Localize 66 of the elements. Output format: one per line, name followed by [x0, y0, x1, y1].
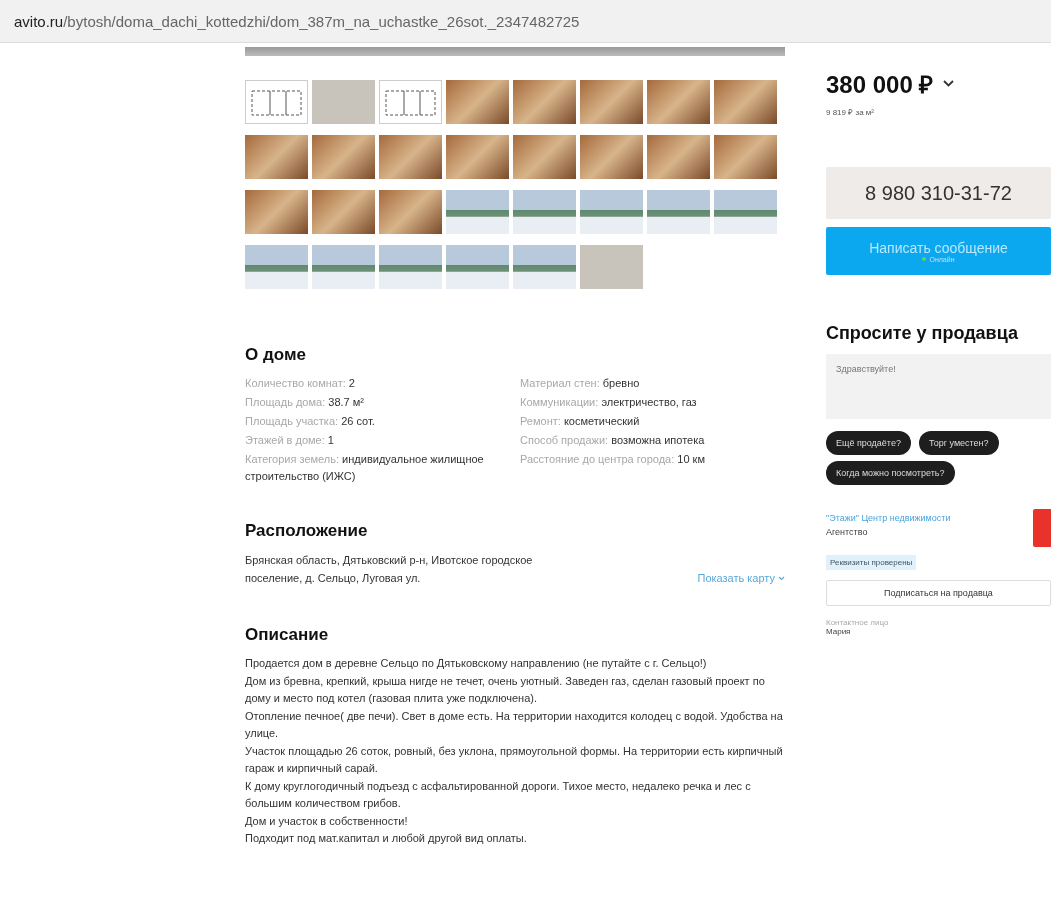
floor-plan-thumbnail[interactable] — [379, 80, 442, 124]
chevron-down-icon[interactable] — [943, 80, 955, 87]
photo-placeholder[interactable] — [446, 80, 509, 124]
photo-placeholder[interactable] — [513, 80, 576, 124]
photo-placeholder[interactable] — [312, 135, 375, 179]
photo-placeholder[interactable] — [580, 190, 643, 234]
description-text: Подходит под мат.капитал и любой другой вид оплаты. — [245, 831, 528, 846]
photo-placeholder[interactable] — [714, 190, 777, 234]
property-text: Материал стен: бревно — [520, 376, 641, 391]
photo-placeholder[interactable] — [379, 190, 442, 234]
photo-placeholder[interactable] — [513, 245, 576, 289]
quick-reply-button[interactable]: Когда можно посмотреть? — [826, 461, 955, 485]
section-heading: Расположение — [245, 521, 369, 541]
message-field[interactable]: Здравствуйте! — [826, 354, 1051, 419]
photo-placeholder[interactable] — [647, 135, 710, 179]
address-text: Брянская область, Дятьковский р-н, Ивотское городское поселение, д. Сельцо, Луговая ул. — [245, 553, 534, 586]
photo-placeholder[interactable] — [446, 135, 509, 179]
property-text: Коммуникации: электричество, газ — [520, 395, 698, 410]
section-heading: Описание — [245, 625, 330, 645]
property-text: Этажей в доме: 1 — [245, 433, 335, 448]
photo-placeholder[interactable] — [312, 245, 375, 289]
description-text: Продается дом в деревне Сельцо по Дятьковскому направлению (не путайте с г. Сельцо!) — [245, 656, 708, 671]
contact-label: Контактное лицо — [826, 618, 890, 627]
description-text: Участок площадью 26 соток, ровный, без уклона, прямоугольной формы. На территории есть кирпичный гараж и кирпичный сарай. — [245, 743, 784, 776]
property-text: Расстояние до центра города: 10 км — [520, 452, 706, 467]
property-text: Категория земель: индивидуальное жилищное строительство (ИЖС) — [245, 452, 485, 484]
property-text: Площадь участка: 26 сот. — [245, 414, 376, 429]
online-dot-icon — [922, 257, 927, 261]
photo-placeholder[interactable] — [580, 80, 643, 124]
description-text: К дому круглогодичный подъезд с асфальтированной дороги. Тихое место, недалеко речка и лес с большим количеством грибов. — [245, 778, 752, 811]
photo-placeholder[interactable] — [580, 135, 643, 179]
property-text: Способ продажи: возможна ипотека — [520, 433, 706, 448]
section-heading: Спросите у продавца — [826, 323, 1019, 344]
photo-placeholder[interactable] — [379, 245, 442, 289]
property-text: Количество комнат: 2 — [245, 376, 356, 391]
photo-placeholder[interactable] — [446, 190, 509, 234]
photo-placeholder[interactable] — [513, 190, 576, 234]
seller-type-text: Агентство — [826, 527, 869, 537]
property-text: Площадь дома: 38.7 м² — [245, 395, 365, 410]
verified-badge: Реквизиты проверены — [826, 555, 917, 570]
chevron-down-icon — [778, 575, 785, 581]
photo-placeholder[interactable] — [647, 190, 710, 234]
subscribe-button[interactable]: Подписаться на продавца — [826, 580, 1051, 606]
photo-placeholder[interactable] — [714, 80, 777, 124]
photo-placeholder[interactable] — [379, 135, 442, 179]
description-text: Отопление печное( две печи). Свет в доме есть. На территории находится колодец с водой. Удобства на улице. — [245, 708, 784, 741]
photo-placeholder[interactable] — [714, 135, 777, 179]
phone-button[interactable]: 8 980 310-31-72 — [826, 167, 1051, 219]
photo-placeholder[interactable] — [513, 135, 576, 179]
photo-placeholder[interactable] — [245, 135, 308, 179]
photo-placeholder[interactable] — [245, 245, 308, 289]
address-bar[interactable]: avito.ru/bytosh/doma_dachi_kottedzhi/dom_387m_na_uchastke_26sot._2347482725 — [0, 0, 1051, 43]
photo-placeholder[interactable] — [446, 245, 509, 289]
photo-placeholder[interactable] — [245, 190, 308, 234]
description-text: Дом из бревна, крепкий, крыша нигде не течет, очень уютный. Заведен газ, сделан газовый проект по дому и место под котел (газовая плита уже подключена). — [245, 673, 766, 706]
property-text: Ремонт: косметический — [520, 414, 641, 429]
floor-plan-thumbnail[interactable] — [245, 80, 308, 124]
description-text: Дом и участок в собственности! — [245, 813, 409, 829]
contact-name: Мария — [826, 627, 852, 636]
price-text: 380 000 ₽ — [826, 70, 934, 100]
quick-reply-button[interactable]: Торг уместен? — [918, 431, 999, 455]
photo-placeholder[interactable] — [647, 80, 710, 124]
price-per-area-text: 9 819 ₽ за м² — [826, 107, 875, 117]
quick-reply-button[interactable]: Ещё продаёте? — [826, 431, 911, 455]
section-heading: О доме — [245, 345, 307, 365]
photo-placeholder[interactable] — [312, 190, 375, 234]
